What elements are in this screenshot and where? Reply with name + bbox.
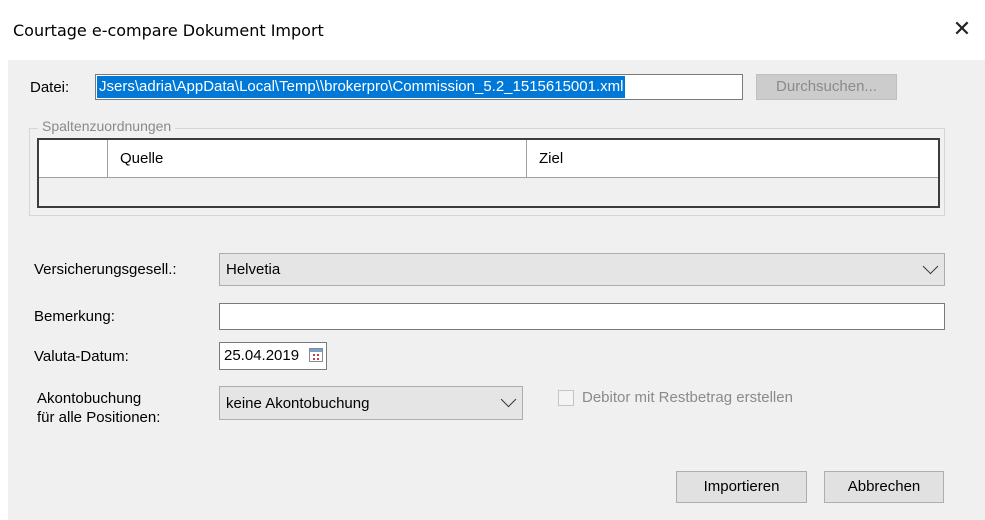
debitor-checkbox[interactable]: [558, 390, 574, 406]
insurer-select[interactable]: Helvetia: [219, 253, 945, 286]
advance-label-line2: für alle Positionen:: [37, 409, 161, 426]
calendar-icon[interactable]: [309, 348, 323, 362]
column-mapping-grid[interactable]: Quelle Ziel: [37, 138, 940, 208]
advance-select[interactable]: keine Akontobuchung: [219, 386, 523, 420]
grid-header-source[interactable]: Quelle: [108, 140, 527, 177]
file-path-input[interactable]: Jsers\adria\AppData\Local\Temp\\brokerpr…: [95, 74, 743, 100]
window-frame: [0, 60, 8, 520]
cancel-button[interactable]: Abbrechen: [824, 471, 944, 503]
insurer-value: Helvetia: [226, 261, 281, 278]
insurer-label: Versicherungsgesell.:: [34, 261, 177, 278]
column-mapping-label: Spaltenzuordnungen: [38, 118, 176, 134]
close-icon[interactable]: ✕: [939, 10, 985, 50]
remark-label: Bemerkung:: [34, 308, 115, 325]
grid-header-row-selector: [39, 140, 108, 177]
file-label: Datei:: [30, 79, 70, 96]
grid-header-target[interactable]: Ziel: [527, 140, 938, 177]
chevron-down-icon: [500, 391, 517, 408]
browse-button[interactable]: Durchsuchen...: [756, 74, 897, 100]
window-title: Courtage e-compare Dokument Import: [13, 21, 324, 40]
title-bar: Courtage e-compare Dokument Import ✕: [0, 0, 985, 60]
grid-header: Quelle Ziel: [39, 140, 938, 178]
chevron-down-icon: [922, 258, 939, 274]
import-button[interactable]: Importieren: [676, 471, 807, 503]
advance-value: keine Akontobuchung: [226, 394, 370, 412]
remark-input[interactable]: [219, 303, 945, 330]
debitor-checkbox-label: Debitor mit Restbetrag erstellen: [582, 389, 793, 406]
value-date-value: 25.04.2019: [224, 347, 300, 364]
file-path-value: Jsers\adria\AppData\Local\Temp\\brokerpr…: [97, 76, 626, 98]
import-dialog: Courtage e-compare Dokument Import ✕ Dat…: [0, 0, 985, 520]
value-date-label: Valuta-Datum:: [34, 348, 129, 365]
advance-label-line1: Akontobuchung: [37, 390, 142, 407]
value-date-picker[interactable]: 25.04.2019: [219, 342, 327, 370]
